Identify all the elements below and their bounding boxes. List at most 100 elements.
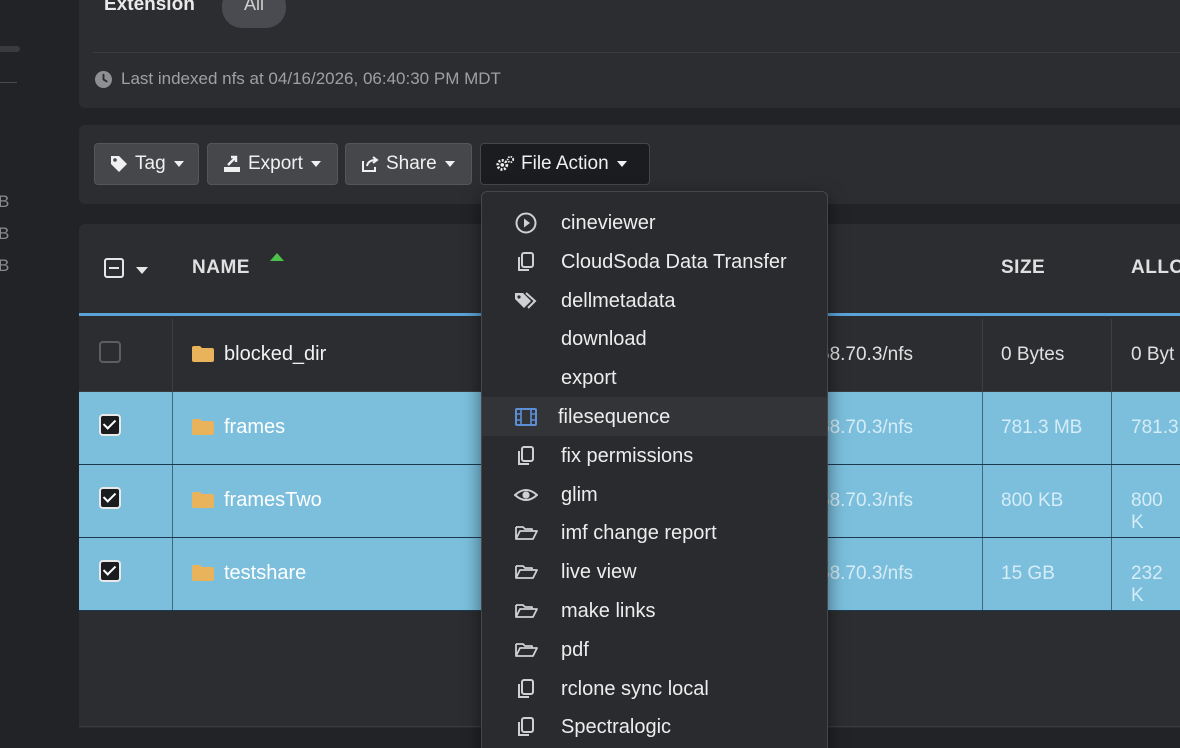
allocated-size: 0 Byt (1131, 344, 1175, 365)
select-all-checkbox[interactable] (104, 258, 124, 278)
menu-item-label: CloudSoda Data Transfer (561, 250, 787, 273)
column-divider (1111, 538, 1112, 610)
copy-icon (518, 445, 534, 465)
menu-item-label: download (561, 328, 647, 351)
tag-button[interactable]: Tag (94, 143, 199, 185)
file-size: 15 GB (1001, 563, 1055, 584)
file-path: 68.70.3/nfs (819, 417, 914, 438)
tag-button-label: Tag (135, 153, 166, 174)
column-divider (172, 319, 173, 391)
row-checkbox[interactable] (99, 414, 121, 436)
file-action-button[interactable]: File Action (480, 143, 650, 185)
filter-divider (93, 52, 1180, 53)
column-divider (1111, 465, 1112, 537)
menu-item-label: fix permissions (561, 444, 694, 467)
menu-item-label: rclone sync local (561, 677, 709, 700)
allocated-column-header[interactable]: ALLO (1131, 257, 1180, 279)
extension-filter-label: Extension (104, 0, 195, 15)
share-button-label: Share (386, 153, 437, 174)
size-column-header[interactable]: SIZE (1001, 257, 1045, 279)
file-path: 68.70.3/nfs (819, 344, 914, 365)
sidebar-size-fragment: B (0, 224, 10, 243)
menu-item-label: live view (561, 561, 637, 584)
column-divider (172, 538, 173, 610)
folder-open-icon (515, 642, 538, 657)
row-checkbox[interactable] (99, 560, 121, 582)
file-size: 0 Bytes (1001, 344, 1065, 365)
sidebar-bar (0, 46, 20, 52)
menu-item-label: make links (561, 600, 656, 622)
chevron-down-icon (616, 161, 627, 167)
column-divider (982, 465, 983, 537)
allocated-size: 232 K (1131, 563, 1163, 606)
allocated-size: 781.3 (1131, 417, 1179, 438)
menu-item-fix-permissions[interactable]: fix permissions (482, 436, 827, 475)
folder-open-icon (515, 604, 538, 618)
folder-open-icon (515, 526, 538, 541)
row-checkbox[interactable] (99, 487, 121, 509)
menu-item-label: export (561, 367, 617, 390)
file-size: 800 KB (1001, 490, 1064, 511)
menu-item-live-view[interactable]: live view (482, 552, 827, 591)
menu-item-glim[interactable]: glim (482, 475, 827, 514)
share-button[interactable]: Share (345, 143, 472, 185)
chevron-down-icon (444, 161, 455, 167)
file-name[interactable]: blocked_dir (224, 343, 326, 366)
row-checkbox[interactable] (99, 341, 121, 363)
play-circle-icon (515, 212, 537, 234)
menu-item-cloudsoda-data-transfer[interactable]: CloudSoda Data Transfer (482, 242, 827, 281)
name-column-header[interactable]: NAME (192, 257, 250, 279)
column-divider (172, 392, 173, 464)
file-path: 68.70.3/nfs (819, 490, 914, 511)
copy-icon (518, 678, 534, 698)
folder-icon (192, 565, 214, 581)
menu-item-pdf[interactable]: pdf (482, 630, 827, 669)
share-icon (362, 156, 379, 172)
menu-item-label: cineviewer (561, 212, 656, 234)
tags-icon (515, 291, 537, 309)
menu-item-spectralogic[interactable]: Spectralogic (482, 707, 827, 746)
last-indexed-text: Last indexed nfs at 04/16/2026, 06:40:30… (121, 69, 501, 88)
column-divider (1111, 319, 1112, 391)
menu-item-label: filesequence (558, 406, 671, 428)
menu-item-make-links[interactable]: make links (482, 591, 827, 630)
export-icon (224, 155, 240, 172)
menu-item-cineviewer[interactable]: cineviewer (482, 203, 827, 242)
file-size: 781.3 MB (1001, 417, 1083, 438)
menu-item-label: dellmetadata (561, 289, 676, 312)
left-sidebar: B B B (0, 0, 78, 748)
menu-item-download[interactable]: download (482, 319, 827, 358)
file-name[interactable]: framesTwo (224, 489, 322, 512)
last-indexed-status: Last indexed nfs at 04/16/2026, 06:40:30… (95, 69, 501, 89)
chevron-down-icon (173, 161, 184, 167)
filter-panel: Extension All Last indexed nfs at 04/16/… (79, 0, 1180, 108)
menu-item-label: imf change report (561, 522, 717, 545)
folder-icon (192, 419, 214, 435)
select-options-chevron-icon[interactable] (136, 267, 148, 274)
eye-icon (514, 488, 538, 501)
column-divider (982, 538, 983, 610)
sidebar-divider (0, 82, 17, 83)
file-name[interactable]: testshare (224, 562, 306, 585)
clock-icon (95, 70, 112, 88)
sidebar-size-fragment: B (0, 256, 10, 275)
menu-item-filesequence[interactable]: filesequence (482, 397, 827, 436)
menu-item-imf-change-report[interactable]: imf change report (482, 513, 827, 552)
export-button[interactable]: Export (207, 143, 338, 185)
sidebar-size-fragment: B (0, 192, 10, 211)
folder-icon (192, 492, 214, 508)
chevron-down-icon (310, 161, 321, 167)
column-divider (982, 392, 983, 464)
menu-item-dellmetadata[interactable]: dellmetadata (482, 281, 827, 320)
extension-filter-pill[interactable]: All (222, 0, 286, 28)
menu-item-export[interactable]: export (482, 358, 827, 397)
menu-item-rclone-sync-local[interactable]: rclone sync local (482, 669, 827, 708)
column-divider (172, 465, 173, 537)
folder-open-icon (515, 565, 538, 580)
export-button-label: Export (248, 153, 303, 174)
column-divider (1111, 392, 1112, 464)
menu-item-label: pdf (561, 638, 589, 661)
column-divider (982, 319, 983, 391)
file-name[interactable]: frames (224, 416, 285, 439)
menu-item-label: glim (561, 483, 598, 506)
